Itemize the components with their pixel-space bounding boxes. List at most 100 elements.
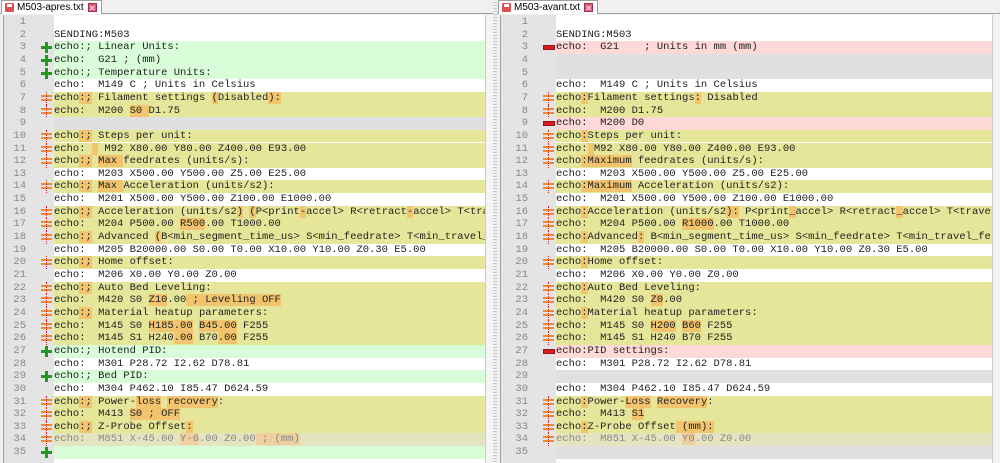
- marker-column: [532, 281, 556, 295]
- diff-line-chg[interactable]: 11 echo: M92 X80.00 Y80.00 Z400.00 E93.00: [501, 142, 992, 156]
- diff-line-del[interactable]: 9 echo: M200 D0: [501, 117, 992, 130]
- diff-line-chg[interactable]: 31 echo:; Power-loss recovery:: [4, 395, 485, 409]
- diff-line-dim[interactable]: 34 echo: M851 X-45.00 Y-6.00 Z0.00 ; (mm): [4, 433, 485, 447]
- diff-line-gap[interactable]: 35: [501, 446, 992, 459]
- diff-line-chg[interactable]: 17 echo: M204 P500.00 R1000.00 T1000.00: [501, 218, 992, 232]
- diff-line-normal[interactable]: 2 SENDING:M503: [4, 28, 485, 42]
- diff-line-chg[interactable]: 18 echo:; Advanced (B<min_segment_time_us…: [4, 231, 485, 244]
- diff-line-chg[interactable]: 32 echo: M413 S1: [501, 408, 992, 421]
- diff-line-add[interactable]: 29 echo:; Bed PID:: [4, 370, 485, 383]
- diff-line-add[interactable]: 5 echo:; Temperature Units:: [4, 66, 485, 80]
- diff-line-chg[interactable]: 20 echo:Home offset:: [501, 256, 992, 269]
- diff-line-chg[interactable]: 10 echo:; Steps per unit:: [4, 129, 485, 143]
- close-tab-icon[interactable]: ✕: [584, 3, 594, 13]
- diff-line-normal[interactable]: 19 echo: M205 B20000.00 S0.00 T0.00 X10.0…: [501, 243, 992, 257]
- diff-line-add[interactable]: 27 echo:; Hotend PID:: [4, 344, 485, 358]
- editor-right[interactable]: 1 2 SENDING:M503 3 echo: G21 ; Units in mm (…: [500, 15, 992, 463]
- diff-line-normal[interactable]: 6 echo: M149 C ; Units in Celsius: [4, 79, 485, 92]
- line-number: 33: [4, 420, 30, 434]
- diff-line-add[interactable]: 3 echo:; Linear Units:: [4, 41, 485, 54]
- diff-line-normal[interactable]: 2 SENDING:M503: [501, 28, 992, 42]
- text-segment: echo: [556, 256, 582, 269]
- diff-line-normal[interactable]: 13 echo: M203 X500.00 Y500.00 Z5.00 E25.0…: [4, 167, 485, 181]
- diff-line-gap[interactable]: 9: [4, 117, 485, 130]
- diff-line-chg[interactable]: 24 echo:; Material heatup parameters:: [4, 306, 485, 320]
- diff-line-chg[interactable]: 16 echo:Acceleration (units/s2): P<print_…: [501, 205, 992, 219]
- diff-line-chg[interactable]: 10 echo:Steps per unit:: [501, 129, 992, 143]
- changed-line-icon: [41, 205, 53, 219]
- diff-line-chg[interactable]: 8 echo: M200 S0 D1.75: [4, 104, 485, 118]
- diff-line-chg[interactable]: 26 echo: M145 S1 H240.00 B70.00 F255: [4, 332, 485, 345]
- editor-left[interactable]: 1 2 SENDING:M503 3 echo:; Linear Units: 4 echo…: [3, 15, 485, 463]
- diff-line-chg[interactable]: 20 echo:; Home offset:: [4, 256, 485, 269]
- diff-line-normal[interactable]: 28 echo: M301 P28.72 I2.62 D78.81: [4, 357, 485, 371]
- diff-line-gap[interactable]: 29: [501, 370, 992, 383]
- diff-line-chg[interactable]: 17 echo: M204 P500.00 R500.00 T1000.00: [4, 218, 485, 232]
- diff-line-gap[interactable]: 5: [501, 66, 992, 80]
- diff-line-chg[interactable]: 14 echo:Maximum Acceleration (units/s2):: [501, 180, 992, 194]
- diff-line-chg[interactable]: 11 echo: M92 X80.00 Y80.00 Z400.00 E93.00: [4, 142, 485, 156]
- diff-line-chg[interactable]: 22 echo:; Auto Bed Leveling:: [4, 281, 485, 295]
- text-segment: [193, 320, 199, 332]
- diff-line-dim[interactable]: 34 echo: M851 X-45.00 Y0.00 Z0.00: [501, 433, 992, 447]
- diff-line-normal[interactable]: 21 echo: M206 X0.00 Y0.00 Z0.00: [501, 269, 992, 282]
- text-segment: echo: [54, 155, 80, 168]
- diff-line-chg[interactable]: 22 echo:Auto Bed Leveling:: [501, 281, 992, 295]
- diff-line-chg[interactable]: 33 echo:; Z-Probe Offset:: [4, 420, 485, 434]
- tab-m503-apres[interactable]: M503-apres.txt ✕: [1, 0, 102, 14]
- diff-line-chg[interactable]: 8 echo: M200 D1.75: [501, 104, 992, 118]
- line-text: echo: M413 S0 ; OFF: [54, 408, 485, 421]
- diff-line-normal[interactable]: 28 echo: M301 P28.72 I2.62 D78.81: [501, 357, 992, 371]
- line-text: echo: M420 S0 Z10.00 ; Leveling OFF: [54, 294, 485, 307]
- text-segment: Power-: [587, 395, 626, 408]
- diff-line-chg[interactable]: 7 echo:; Filament settings (Disabled):: [4, 91, 485, 105]
- text-segment: echo: [54, 395, 80, 408]
- diff-line-gap[interactable]: 4: [501, 53, 992, 67]
- scrollbar[interactable]: [992, 15, 1000, 463]
- marker-column: [532, 41, 556, 54]
- tab-m503-avant[interactable]: M503-avant.txt ✕: [498, 0, 599, 14]
- marker-column: [30, 53, 54, 67]
- diff-line-normal[interactable]: 15 echo: M201 X500.00 Y500.00 Z100.00 E10…: [501, 193, 992, 206]
- text-segment: accel> R<retract: [306, 205, 407, 218]
- scrollbar[interactable]: [485, 15, 493, 463]
- diff-line-chg[interactable]: 26 echo: M145 S1 H240 B70 F255: [501, 332, 992, 345]
- diff-line-normal[interactable]: 13 echo: M203 X500.00 Y500.00 Z5.00 E25.0…: [501, 167, 992, 181]
- diff-line-normal[interactable]: 30 echo: M304 P462.10 I85.47 D624.59: [4, 382, 485, 396]
- diff-line-chg[interactable]: 25 echo: M145 S0 H200 B60 F255: [501, 319, 992, 333]
- diff-line-normal[interactable]: 1: [501, 16, 992, 29]
- line-text: echo: M92 X80.00 Y80.00 Z400.00 E93.00: [556, 142, 992, 156]
- diff-line-normal[interactable]: 15 echo: M201 X500.00 Y500.00 Z100.00 E10…: [4, 193, 485, 206]
- diff-line-chg[interactable]: 31 echo:Power-Loss Recovery:: [501, 395, 992, 409]
- diff-line-chg[interactable]: 12 echo:; Max feedrates (units/s):: [4, 155, 485, 168]
- removed-line-icon: [543, 121, 555, 127]
- diff-line-chg[interactable]: 12 echo:Maximum feedrates (units/s):: [501, 155, 992, 168]
- diff-line-chg[interactable]: 25 echo: M145 S0 H185.00 B45.00 F255: [4, 319, 485, 333]
- diff-line-chg[interactable]: 23 echo: M420 S0 Z0.00: [501, 294, 992, 307]
- file-saved-icon: [502, 3, 511, 12]
- diff-line-chg[interactable]: 16 echo:; Acceleration (units/s2) (P<prin…: [4, 205, 485, 219]
- text-segment: echo: [54, 256, 80, 269]
- diff-line-chg[interactable]: 14 echo:; Max Acceleration (units/s2):: [4, 180, 485, 194]
- marker-column: [532, 446, 556, 459]
- diff-line-chg[interactable]: 33 echo:Z-Probe Offset (mm):: [501, 420, 992, 434]
- diff-line-add[interactable]: 35: [4, 446, 485, 459]
- diff-line-normal[interactable]: 21 echo: M206 X0.00 Y0.00 Z0.00: [4, 269, 485, 282]
- diff-line-chg[interactable]: 32 echo: M413 S0 ; OFF: [4, 408, 485, 421]
- diff-line-add[interactable]: 4 echo: G21 ; (mm): [4, 53, 485, 67]
- diff-line-del[interactable]: 27 echo:PID settings:: [501, 344, 992, 358]
- diff-line-chg[interactable]: 7 echo:Filament settings: Disabled: [501, 91, 992, 105]
- diff-line-chg[interactable]: 23 echo: M420 S0 Z10.00 ; Leveling OFF: [4, 294, 485, 307]
- marker-column: [30, 66, 54, 80]
- diff-line-chg[interactable]: 24 echo:Material heatup parameters:: [501, 306, 992, 320]
- diff-line-normal[interactable]: 30 echo: M304 P462.10 I85.47 D624.59: [501, 382, 992, 396]
- line-text: echo: M145 S1 H240.00 B70.00 F255: [54, 332, 485, 345]
- diff-line-normal[interactable]: 6 echo: M149 C ; Units in Celsius: [501, 79, 992, 92]
- diff-line-chg[interactable]: 18 echo:Advanced: B<min_segment_time_us> …: [501, 231, 992, 244]
- diff-line-del[interactable]: 3 echo: G21 ; Units in mm (mm): [501, 41, 992, 54]
- diff-line-normal[interactable]: 19 echo: M205 B20000.00 S0.00 T0.00 X10.0…: [4, 243, 485, 257]
- diff-highlight: :Maximum: [581, 155, 632, 168]
- text-segment: Z-Probe Offset: [91, 420, 187, 433]
- diff-line-normal[interactable]: 1: [4, 16, 485, 29]
- close-tab-icon[interactable]: ✕: [87, 3, 97, 13]
